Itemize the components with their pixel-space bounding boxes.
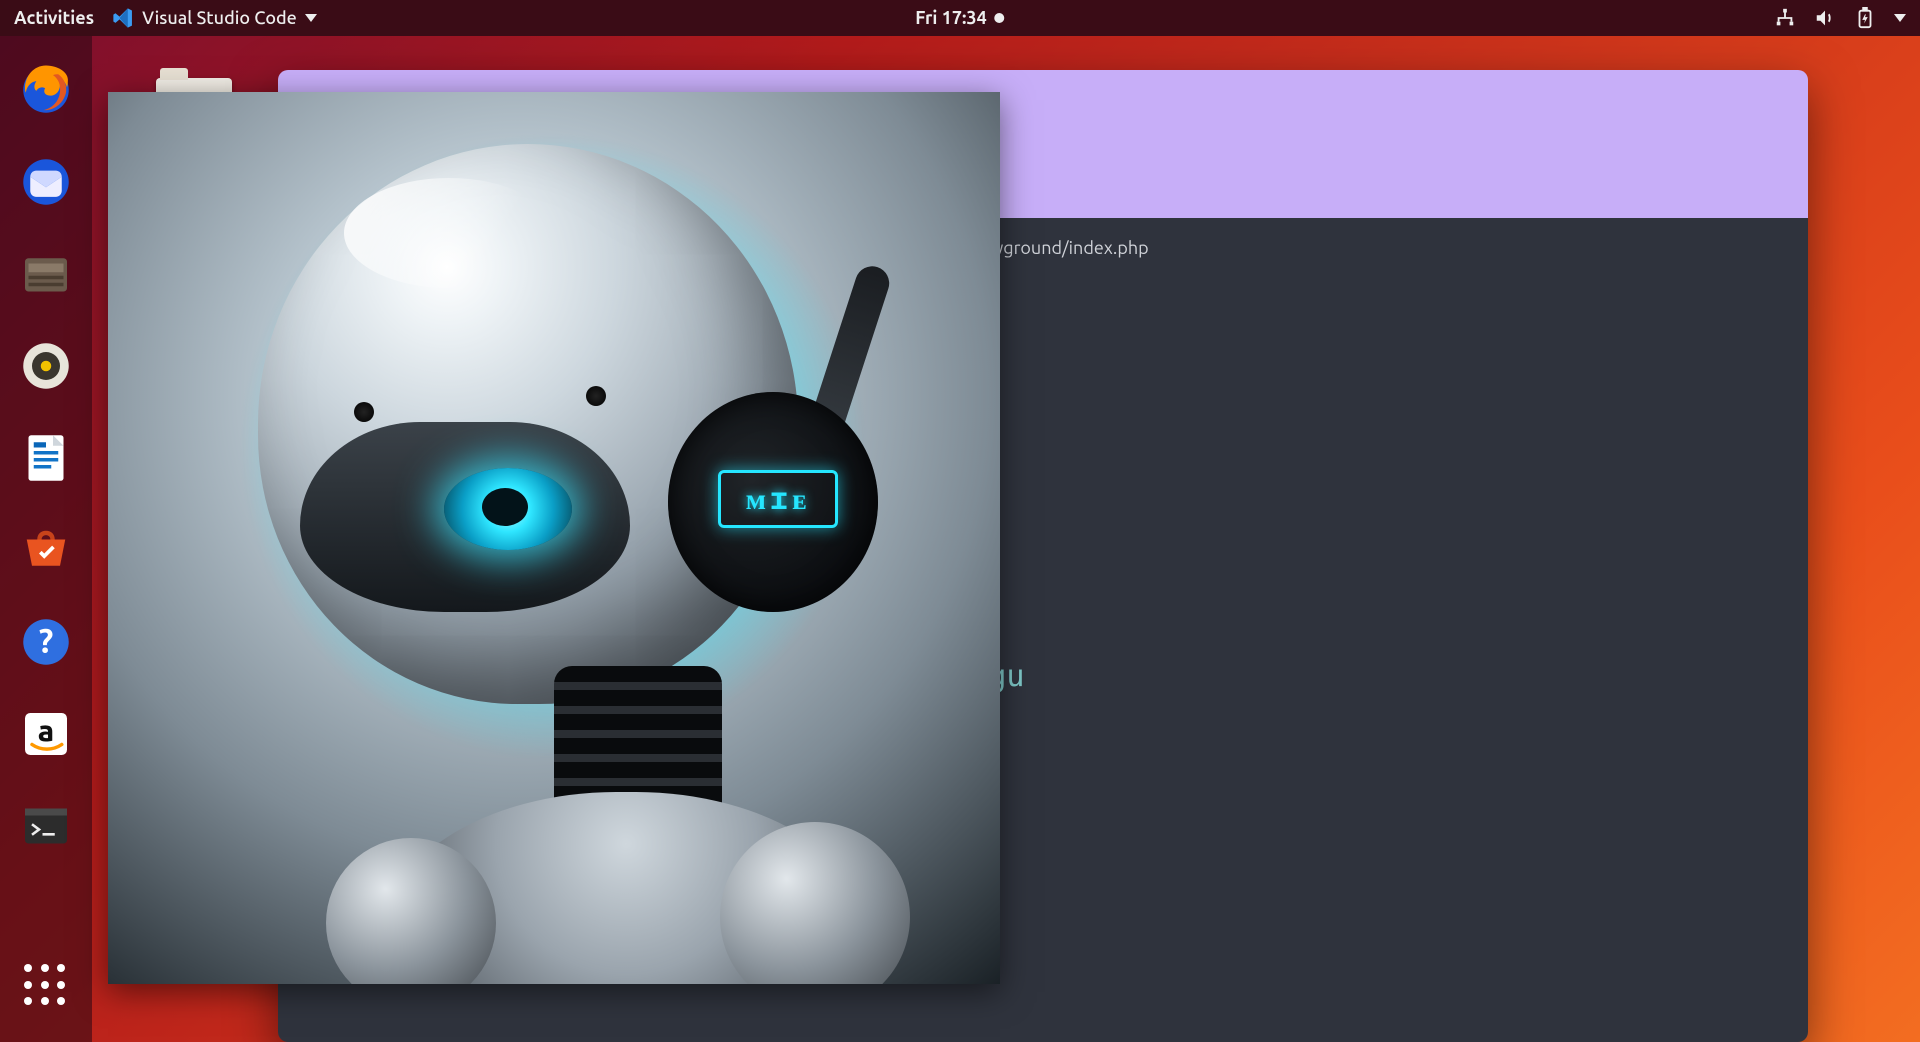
- status-area[interactable]: [1774, 7, 1906, 29]
- robot-eye: [444, 468, 572, 550]
- svg-text:?: ?: [39, 623, 54, 660]
- robot-image-overlay: ᴍɪᴇ: [108, 92, 1000, 984]
- vscode-icon: [112, 7, 134, 29]
- robot-headphone-label: ᴍɪᴇ: [718, 470, 838, 528]
- active-app-menu[interactable]: Visual Studio Code: [112, 7, 317, 29]
- rivet-icon: [354, 402, 374, 422]
- dock-ubuntu-software[interactable]: [14, 518, 78, 582]
- dock-thunderbird[interactable]: [14, 150, 78, 214]
- show-applications[interactable]: [14, 954, 78, 1018]
- topbar-left: Activities Visual Studio Code: [14, 7, 317, 29]
- gnome-top-bar: Activities Visual Studio Code Fri 17:34: [0, 0, 1920, 36]
- volume-icon: [1814, 7, 1836, 29]
- clock[interactable]: Fri 17:34: [915, 8, 1004, 28]
- active-app-name: Visual Studio Code: [142, 8, 297, 28]
- apps-grid-icon: [24, 964, 68, 1008]
- dock-rhythmbox[interactable]: [14, 334, 78, 398]
- svg-text:a: a: [38, 713, 54, 747]
- rivet-icon: [586, 386, 606, 406]
- clock-text: Fri 17:34: [915, 8, 986, 28]
- battery-icon: [1854, 7, 1876, 29]
- ubuntu-dock: ? a: [0, 36, 92, 1042]
- dock-amazon[interactable]: a: [14, 702, 78, 766]
- network-icon: [1774, 7, 1796, 29]
- dock-help[interactable]: ?: [14, 610, 78, 674]
- activities-button[interactable]: Activities: [14, 8, 94, 28]
- dock-firefox[interactable]: [14, 58, 78, 122]
- chevron-down-icon: [305, 14, 317, 22]
- chevron-down-icon: [1894, 14, 1906, 22]
- dock-libreoffice-writer[interactable]: [14, 426, 78, 490]
- dock-files[interactable]: [14, 242, 78, 306]
- dock-terminal[interactable]: [14, 794, 78, 858]
- notification-dot-icon: [995, 13, 1005, 23]
